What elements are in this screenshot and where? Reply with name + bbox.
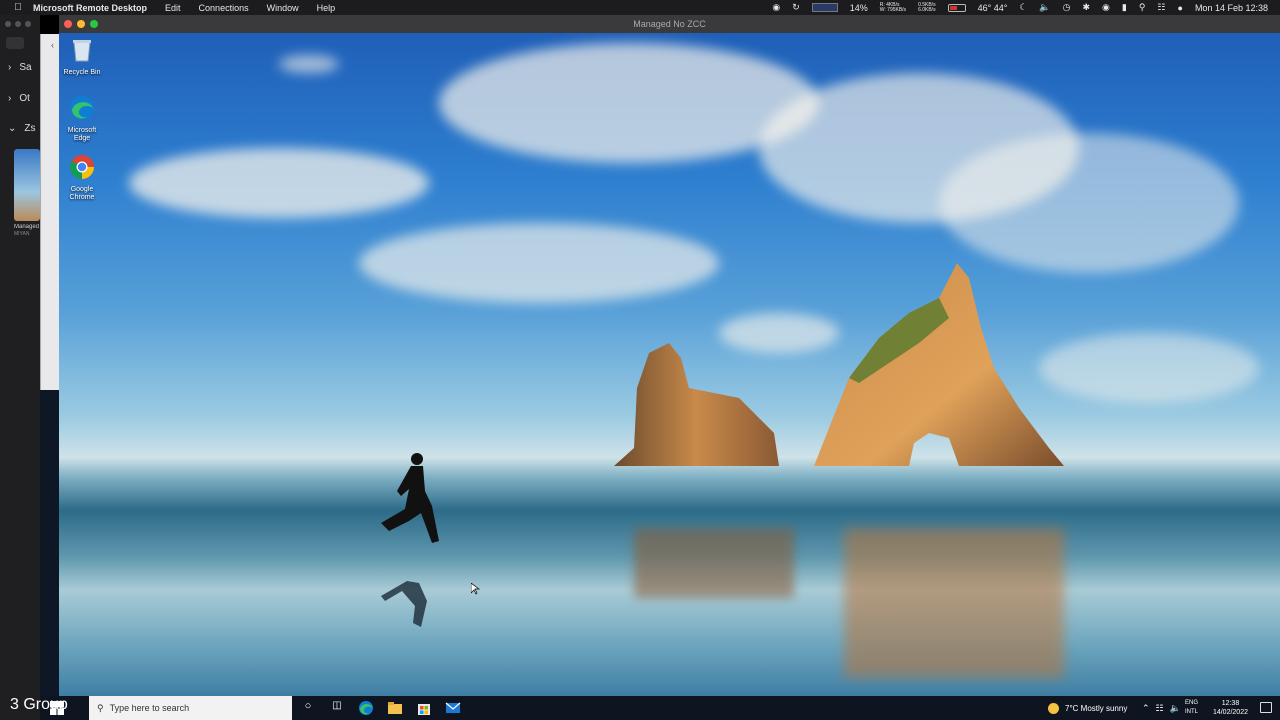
chevron-up-icon[interactable]: ⌃ [1142, 703, 1150, 714]
apple-menu-icon[interactable]:  [11, 2, 25, 13]
sun-icon [1048, 702, 1059, 714]
desktop-icon-label: Microsoft Edge [67, 127, 97, 142]
taskbar-edge-icon[interactable] [358, 700, 374, 716]
disk-write: W: 795KB/s [879, 6, 907, 13]
cloud [279, 55, 339, 73]
file-explorer-icon[interactable] [387, 700, 403, 716]
taskbar-search-box[interactable]: ⚲ Type here to search [89, 696, 292, 720]
taskbar-clock[interactable]: 12:38 14/02/2022 [1213, 699, 1248, 717]
cloud [939, 133, 1239, 273]
remote-window-titlebar[interactable]: Managed No ZCC [59, 15, 1280, 33]
desktop-icon-edge[interactable]: Microsoft Edge [60, 95, 104, 143]
cortana-icon[interactable]: ○ [300, 700, 316, 716]
weather-text: 7°C Mostly sunny [1065, 703, 1128, 713]
edge-icon [70, 96, 94, 120]
net-download: 6.0KB/s [918, 6, 936, 13]
minimize-button[interactable] [77, 20, 85, 28]
lang-bottom: INTL [1184, 709, 1198, 715]
battery-mini-icon[interactable] [947, 3, 966, 12]
chevron-right-icon: › [8, 93, 12, 104]
menu-connections[interactable]: Connections [199, 3, 249, 13]
windows-taskbar: 3 Group ⚲ Type here to search ○ ◫ 7°C Mo… [10, 696, 1280, 720]
pc-thumbnail[interactable] [14, 149, 40, 221]
moon-icon[interactable]: ☾ [1019, 2, 1027, 13]
window-close-inactive[interactable] [5, 21, 11, 27]
group-row-1[interactable]: › Sa [8, 62, 32, 73]
menubar-clock[interactable]: Mon 14 Feb 12:38 [1195, 3, 1268, 13]
group-row-2[interactable]: › Ot [8, 93, 30, 104]
chevron-down-icon: ⌄ [8, 123, 17, 134]
control-center-icon[interactable]: ☷ [1157, 2, 1165, 13]
volume-icon[interactable]: 🔈 [1039, 2, 1050, 13]
language-indicator[interactable]: ENG INTL [1185, 699, 1198, 717]
windows-start-icon[interactable] [50, 701, 64, 715]
group-label: Sa [19, 62, 32, 73]
close-button[interactable] [64, 20, 72, 28]
desktop-icon-chrome[interactable]: Google Chrome [60, 154, 104, 202]
clock-icon[interactable]: ◷ [1063, 2, 1071, 13]
spotlight-icon[interactable]: ⚲ [1139, 2, 1146, 13]
sidebar-toggle-button[interactable] [6, 37, 24, 49]
window-title: Managed No ZCC [633, 19, 706, 29]
pc-thumbnail-sub: MIYAN [14, 231, 30, 237]
remote-desktop-wallpaper[interactable]: Recycle Bin Microsoft Edge Google Chrome [59, 33, 1280, 696]
siri-icon[interactable]: ● [1178, 3, 1183, 13]
background-window-lower [40, 390, 59, 720]
mouse-cursor-icon [471, 583, 480, 595]
sync-icon[interactable]: ↻ [792, 2, 800, 13]
wifi-icon[interactable]: ◉ [1102, 2, 1110, 13]
chrome-icon [70, 155, 94, 179]
store-icon[interactable] [416, 700, 432, 716]
background-window[interactable]: ‹ [40, 34, 59, 390]
system-tray: ⌃ ☷ 🔈 [1142, 696, 1181, 720]
bluetooth-icon[interactable]: ✱ [1082, 2, 1090, 13]
back-chevron-icon[interactable]: ‹ [51, 40, 54, 50]
cpu-graph-icon[interactable] [811, 3, 838, 12]
group-label: Zs [24, 123, 36, 134]
menu-edit[interactable]: Edit [165, 3, 181, 13]
menu-help[interactable]: Help [317, 3, 336, 13]
temperature-readout[interactable]: 46° 44° [978, 3, 1008, 13]
app-menu[interactable]: Microsoft Remote Desktop [33, 3, 147, 13]
pc-thumbnail-label: Managed [14, 224, 40, 230]
network-meter[interactable]: 0.5KB/s 6.0KB/s [918, 2, 936, 13]
network-icon[interactable]: ☷ [1156, 703, 1164, 714]
fullscreen-button[interactable] [90, 20, 98, 28]
rock-formations [614, 263, 1064, 466]
cloud [129, 148, 429, 218]
rock-reflection-right [844, 528, 1064, 678]
runner-silhouette [381, 453, 439, 627]
notification-icon[interactable] [1260, 702, 1272, 713]
connections-sidebar: › Sa › Ot ⌄ Zs [0, 15, 40, 720]
battery-icon[interactable]: ▮ [1122, 2, 1127, 13]
clock-date: 14/02/2022 [1212, 709, 1248, 716]
menu-window[interactable]: Window [267, 3, 299, 13]
weather-widget[interactable]: 7°C Mostly sunny [1048, 696, 1127, 720]
rock-reflection-left [634, 528, 794, 598]
disk-meter[interactable]: R: 4KB/s W: 795KB/s [879, 2, 907, 13]
menubar-status-area: ◉ ↻ 14% R: 4KB/s W: 795KB/s 0.5KB/s 6.0KB/… [772, 0, 1268, 15]
chevron-right-icon: › [8, 62, 12, 73]
recycle-bin-icon [73, 40, 91, 62]
group-label: Ot [19, 93, 30, 104]
desktop-icon-label: Google Chrome [69, 186, 95, 201]
speaker-icon[interactable]: 🔈 [1170, 703, 1181, 714]
record-icon[interactable]: ◉ [772, 2, 780, 13]
lang-top: ENG [1184, 700, 1198, 706]
clock-time: 12:38 [1221, 700, 1240, 707]
group-row-3[interactable]: ⌄ Zs [8, 123, 36, 134]
search-icon: ⚲ [97, 702, 104, 713]
task-view-icon[interactable]: ◫ [329, 700, 345, 716]
window-min-inactive[interactable] [15, 21, 21, 27]
mac-menubar:  Microsoft Remote Desktop Edit Connecti… [0, 0, 1280, 15]
desktop-icon-label: Recycle Bin [63, 69, 101, 76]
cpu-percent[interactable]: 14% [850, 3, 868, 13]
mail-icon[interactable] [445, 700, 461, 716]
desktop-icon-recycle-bin[interactable]: Recycle Bin [60, 37, 104, 77]
window-max-inactive[interactable] [25, 21, 31, 27]
search-placeholder: Type here to search [109, 703, 190, 713]
